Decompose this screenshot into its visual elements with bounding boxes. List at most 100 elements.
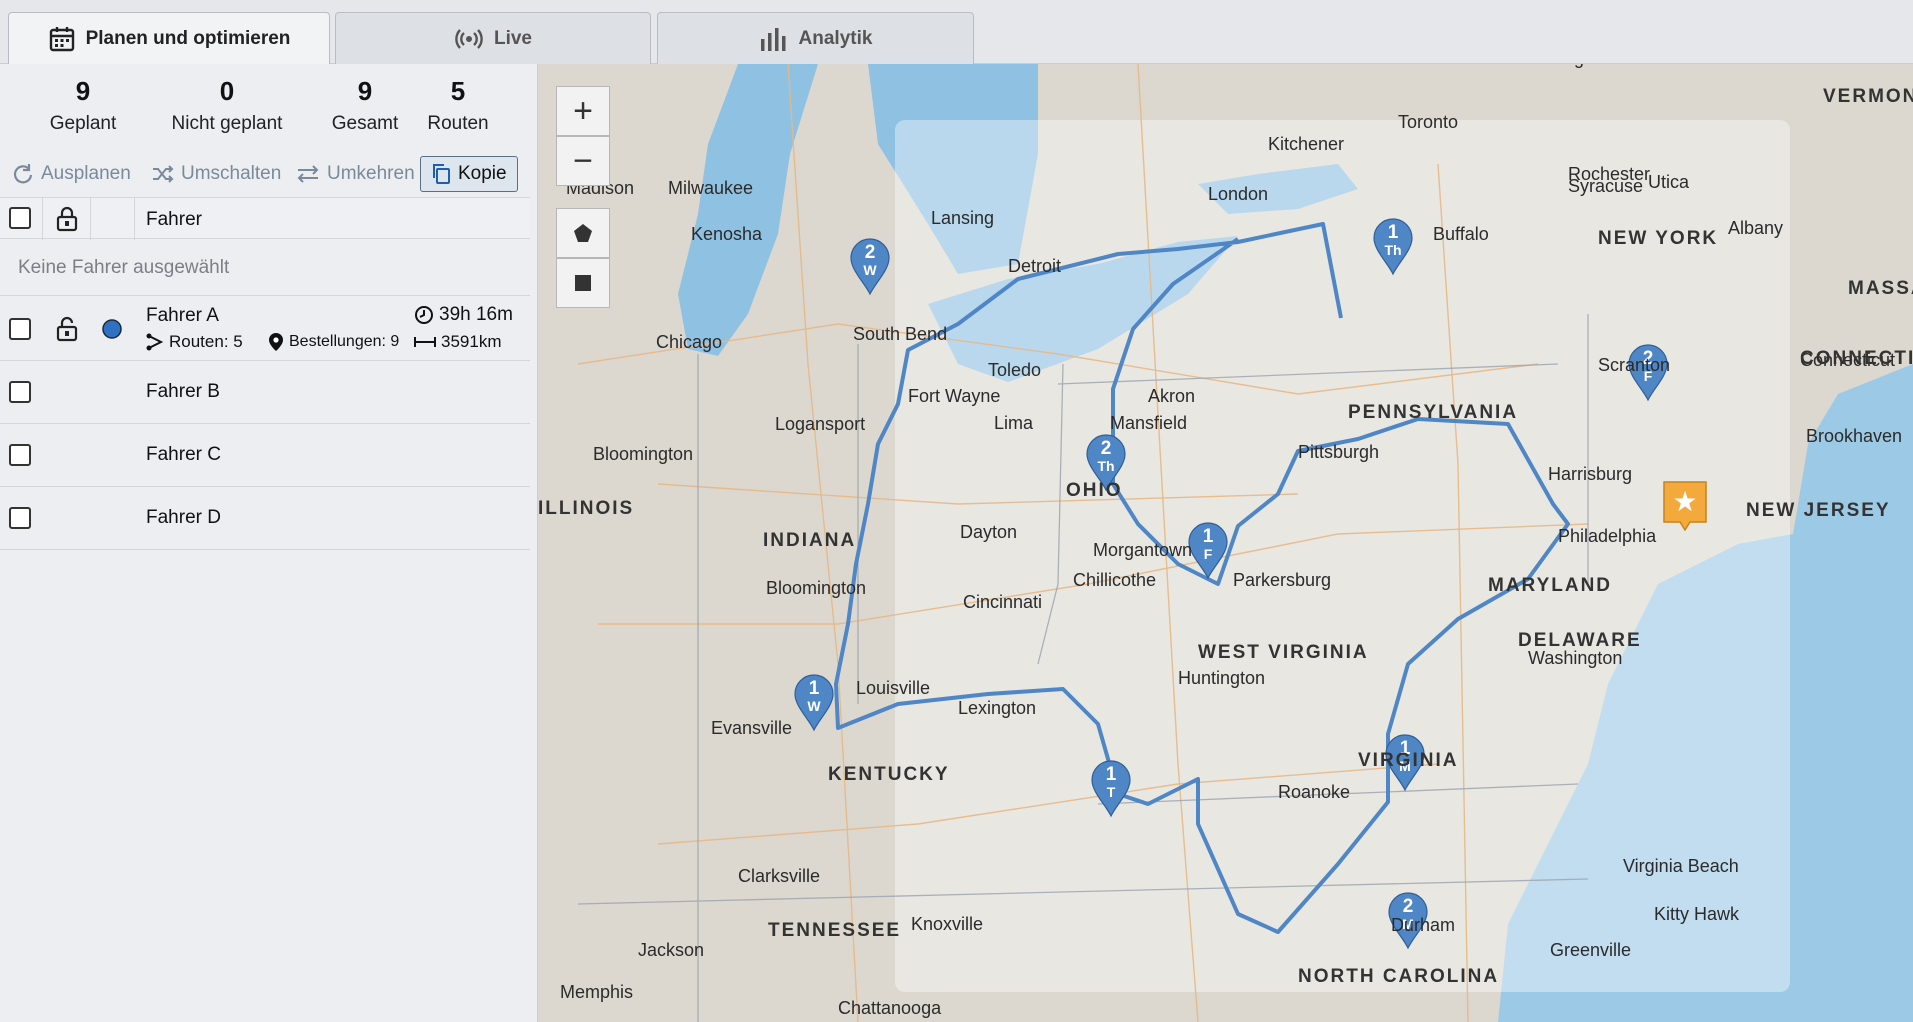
region-label: PENNSYLVANIA xyxy=(1348,402,1518,423)
stat-value: 9 xyxy=(75,76,91,106)
city-label: Detroit xyxy=(1008,256,1061,276)
stat-unplanned: 0 Nicht geplant xyxy=(160,76,294,135)
stop-marker-number: 2 xyxy=(865,242,876,263)
city-label: Philadelphia xyxy=(1558,526,1657,546)
rectangle-draw-button[interactable] xyxy=(556,258,610,308)
region-label: VIRGINIA xyxy=(1358,750,1458,771)
driver-table: Fahrer Keine Fahrer ausgewählt Fahrer A … xyxy=(0,197,530,550)
city-label: Chillicothe xyxy=(1073,570,1156,590)
stop-marker-day: T xyxy=(1107,784,1116,800)
stop-marker-day: W xyxy=(807,698,821,714)
stat-label: Routen xyxy=(427,113,489,134)
city-label: Chattanooga xyxy=(838,998,942,1018)
calendar-icon xyxy=(49,27,74,52)
route-fork-icon xyxy=(146,333,164,351)
square-icon xyxy=(575,275,591,291)
switch-button[interactable]: Umschalten xyxy=(152,154,281,194)
stop-marker-number: 1 xyxy=(1388,222,1399,243)
orders-count: Bestellungen: 9 xyxy=(289,333,400,350)
region-label: NORTH CAROLINA xyxy=(1298,966,1499,987)
zoom-in-button[interactable]: + xyxy=(556,86,610,136)
empty-message-text: Keine Fahrer ausgewählt xyxy=(18,257,230,278)
city-label: Scranton xyxy=(1598,355,1670,375)
city-label: Kingston xyxy=(1548,64,1618,68)
driver-checkbox[interactable] xyxy=(9,507,31,529)
city-label: Dayton xyxy=(960,522,1017,542)
shuffle-icon xyxy=(153,165,174,183)
zoom-out-button[interactable]: − xyxy=(556,136,610,186)
driver-distance: 3591km xyxy=(414,332,501,352)
tab-label: Live xyxy=(493,27,533,49)
driver-checkbox[interactable] xyxy=(9,444,31,466)
city-label: Albany xyxy=(1728,218,1783,238)
reverse-button[interactable]: Umkehren xyxy=(296,154,415,194)
driver-checkbox[interactable] xyxy=(9,318,31,340)
city-label: Toronto xyxy=(1398,112,1458,132)
unplan-label: Ausplanen xyxy=(41,163,131,184)
city-label: Fort Wayne xyxy=(908,386,1000,406)
region-label: TENNESSEE xyxy=(768,920,901,941)
unlock-icon[interactable] xyxy=(55,316,79,342)
city-label: Logansport xyxy=(775,414,865,434)
region-label: KENTUCKY xyxy=(828,764,950,785)
region-label: NEW JERSEY xyxy=(1746,500,1891,521)
city-label: Utica xyxy=(1648,172,1690,192)
city-label: Roanoke xyxy=(1278,782,1350,802)
copy-button[interactable]: Kopie xyxy=(420,156,518,192)
reverse-label: Umkehren xyxy=(327,163,415,184)
routes-count: Routen: 5 xyxy=(169,332,243,351)
city-label: Mansfield xyxy=(1110,413,1187,433)
region-label: WEST VIRGINIA xyxy=(1198,642,1369,663)
driver-row-b[interactable]: Fahrer B xyxy=(0,360,530,424)
driver-row-a[interactable]: Fahrer A Routen: 5 Bestellungen: 9 39h 1… xyxy=(0,295,530,361)
city-label: Virginia Beach xyxy=(1623,856,1739,876)
city-label: Knoxville xyxy=(911,914,983,934)
region-label: OHIO xyxy=(1066,480,1123,501)
city-label: Bloomington xyxy=(593,444,693,464)
city-label: Huntington xyxy=(1178,668,1265,688)
city-label: Chicago xyxy=(656,332,722,352)
driver-row-c[interactable]: Fahrer C xyxy=(0,423,530,487)
driver-color-dot[interactable] xyxy=(101,318,123,340)
route-map[interactable]: ★ 1Th2W2F2Th1F1W1T1M2M KingstonTorontoKi… xyxy=(538,64,1913,1022)
column-divider xyxy=(90,198,91,240)
driver-row-d[interactable]: Fahrer D xyxy=(0,486,530,550)
city-label: Toledo xyxy=(988,360,1041,380)
stat-label: Gesamt xyxy=(331,113,399,134)
empty-selection-message: Keine Fahrer ausgewählt xyxy=(0,238,530,296)
stop-marker-day: W xyxy=(863,262,877,278)
driver-orders: Bestellungen: 9 xyxy=(268,332,399,352)
unplan-button[interactable]: Ausplanen xyxy=(12,154,131,194)
region-label: MARYLAND xyxy=(1488,575,1612,596)
location-pin-icon xyxy=(269,333,283,351)
city-label: Greenville xyxy=(1550,940,1631,960)
driver-duration: 39h 16m xyxy=(414,304,513,326)
undo-circle-icon xyxy=(13,164,33,184)
ruler-distance-icon xyxy=(414,337,436,347)
city-label: Kenosha xyxy=(691,224,763,244)
lock-icon[interactable] xyxy=(55,206,79,232)
broadcast-icon xyxy=(455,28,483,49)
tab-analytics[interactable]: Analytik xyxy=(657,12,974,64)
city-label: South Bend xyxy=(853,324,947,344)
city-label: Washington xyxy=(1528,648,1622,668)
driver-column-header[interactable]: Fahrer xyxy=(146,209,202,231)
region-label: ILLINOIS xyxy=(538,498,634,519)
stat-label: Nicht geplant xyxy=(171,113,283,134)
region-label: INDIANA xyxy=(763,530,856,551)
stop-marker-day: Th xyxy=(1097,458,1114,474)
driver-name: Fahrer D xyxy=(146,507,221,528)
region-label: DELAWARE xyxy=(1518,630,1642,651)
polygon-draw-button[interactable] xyxy=(556,208,610,258)
city-label: Kitty Hawk xyxy=(1654,904,1740,924)
stat-routes: 5 Routen xyxy=(420,76,496,135)
column-divider xyxy=(42,198,43,240)
tab-plan-optimize[interactable]: Planen und optimieren xyxy=(8,12,330,65)
map-canvas[interactable]: ★ 1Th2W2F2Th1F1W1T1M2M KingstonTorontoKi… xyxy=(538,64,1913,1022)
driver-checkbox[interactable] xyxy=(9,381,31,403)
region-label: CONNECTI xyxy=(1800,348,1913,369)
select-all-checkbox[interactable] xyxy=(9,207,31,229)
zoom-in-glyph: + xyxy=(573,91,593,130)
tab-live[interactable]: Live xyxy=(335,12,651,64)
region-label: NEW YORK xyxy=(1598,228,1718,249)
